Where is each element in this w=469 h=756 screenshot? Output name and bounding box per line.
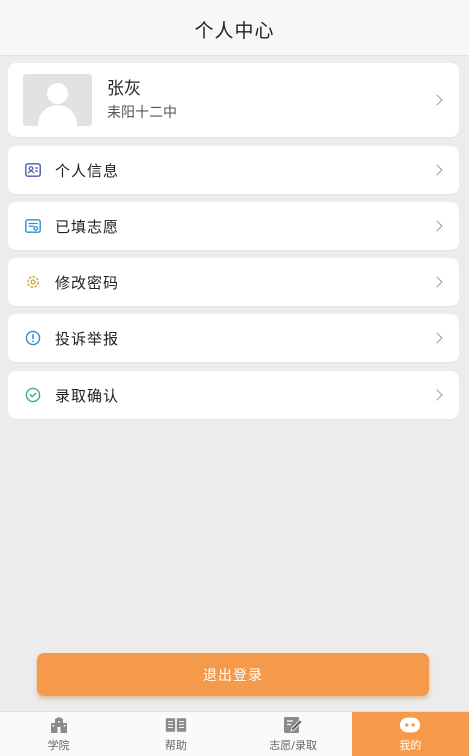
tab-label: 帮助 — [164, 739, 187, 752]
user-school: 耒阳十二中 — [107, 105, 177, 121]
alert-icon — [25, 330, 41, 346]
menu-item-personal-info[interactable]: 个人信息 — [8, 146, 459, 194]
top-header: 个人中心 — [0, 0, 469, 56]
user-name: 张灰 — [107, 79, 141, 99]
book-icon — [165, 715, 187, 735]
chevron-right-icon — [431, 94, 443, 106]
chevron-right-icon — [431, 164, 443, 176]
check-icon — [25, 387, 41, 403]
menu-item-change-password[interactable]: 修改密码 — [8, 258, 459, 306]
chat-face-icon — [399, 715, 421, 735]
school-icon — [48, 715, 70, 735]
chevron-right-icon — [431, 276, 443, 288]
edit-icon — [282, 715, 304, 735]
gear-icon — [25, 274, 41, 290]
menu-label: 修改密码 — [55, 273, 120, 292]
tab-help[interactable]: 帮助 — [117, 712, 234, 756]
menu-label: 已填志愿 — [55, 217, 120, 236]
chevron-right-icon — [431, 220, 443, 232]
chevron-right-icon — [431, 332, 443, 344]
form-list-icon — [25, 218, 41, 234]
menu-item-filled-applications[interactable]: 已填志愿 — [8, 202, 459, 250]
tab-label: 学院 — [47, 739, 70, 752]
chevron-right-icon — [431, 389, 443, 401]
menu-label: 投诉举报 — [55, 329, 120, 348]
bottom-tab-bar: 学院 帮助 志愿/录取 我的 — [0, 711, 469, 756]
tab-applications[interactable]: 志愿/录取 — [235, 712, 352, 756]
page-title: 个人中心 — [194, 20, 275, 42]
menu-label: 个人信息 — [55, 161, 120, 180]
menu-item-admission-confirm[interactable]: 录取确认 — [8, 371, 459, 419]
profile-card[interactable]: 张灰 耒阳十二中 — [8, 63, 459, 137]
tab-mine[interactable]: 我的 — [351, 712, 469, 756]
avatar — [23, 74, 92, 126]
logout-button[interactable]: 退出登录 — [37, 653, 429, 696]
menu-item-complaint-report[interactable]: 投诉举报 — [8, 314, 459, 362]
tab-school[interactable]: 学院 — [0, 712, 117, 756]
id-card-icon — [25, 162, 41, 178]
tab-label: 志愿/录取 — [269, 739, 317, 752]
menu-label: 录取确认 — [55, 386, 120, 405]
tab-label: 我的 — [399, 739, 422, 752]
